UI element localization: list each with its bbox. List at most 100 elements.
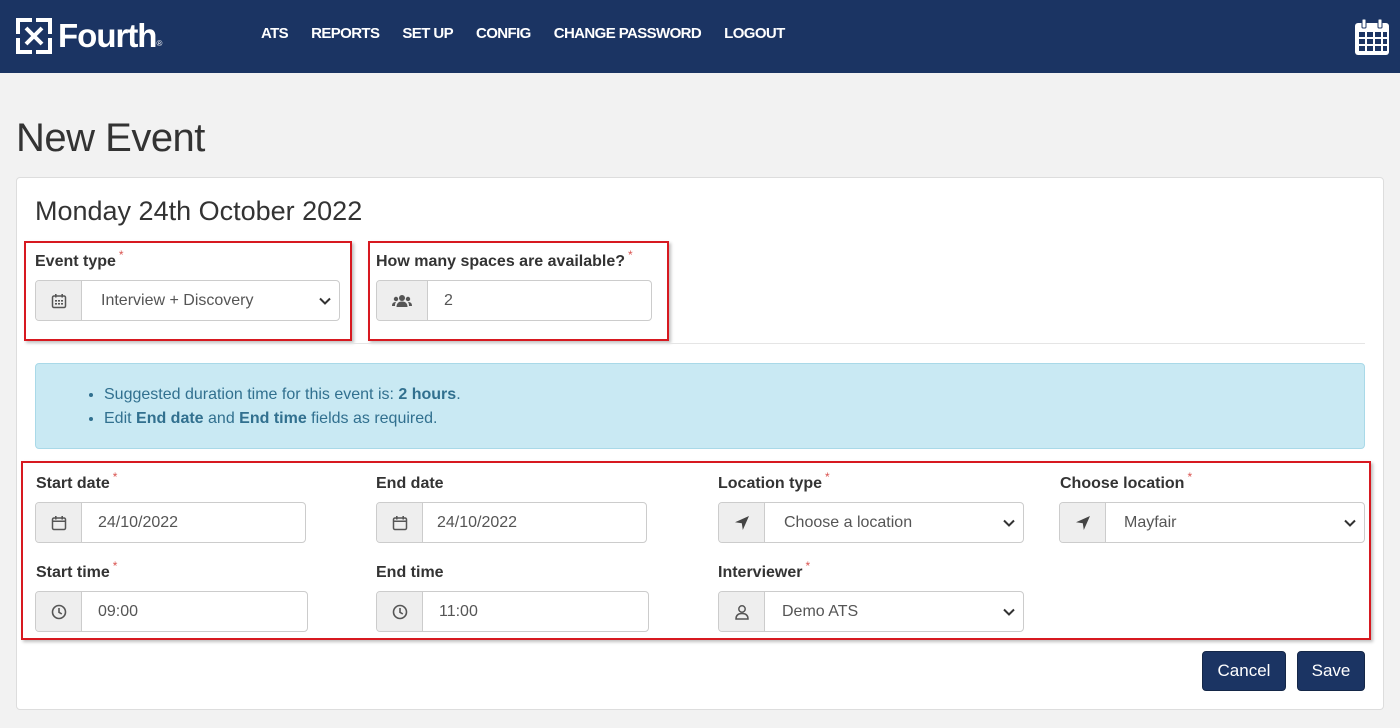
interviewer-select[interactable]: Demo ATS [718,591,1024,632]
choose-location-value-area[interactable]: Mayfair [1106,503,1364,542]
start-date-label-text: Start date [36,475,110,492]
section-divider [35,343,1365,344]
interviewer-label-text: Interviewer [718,564,803,581]
alert-list: Suggested duration time for this event i… [104,383,461,431]
duration-info-alert: Suggested duration time for this event i… [35,363,1365,449]
location-type-label: Location type * [718,470,830,493]
calendar-icon[interactable] [1354,18,1390,56]
event-type-label-text: Event type [35,253,116,270]
spaces-addon [377,281,428,320]
alert-text: Edit [104,410,137,427]
user-icon [734,604,749,620]
event-type-label: Event type * [35,248,124,271]
required-marker: * [112,470,118,484]
nav-link-logout[interactable]: LOGOUT [724,25,785,42]
start-date-value-area[interactable]: 24/10/2022 [82,503,305,542]
end-time-input[interactable]: 11:00 [376,591,649,632]
choose-location-label-text: Choose location [1060,475,1185,492]
end-date-label: End date [376,475,444,493]
location-arrow-icon [1075,515,1090,530]
nav-link-config[interactable]: CONFIG [476,25,531,42]
clock-icon [51,604,66,619]
event-type-addon [36,281,82,320]
spaces-value: 2 [444,291,453,309]
event-type-value: Interview + Discovery [101,291,254,309]
brand-logo[interactable]: Fourth ® [16,18,162,54]
end-date-label-text: End date [376,475,444,492]
location-type-select[interactable]: Choose a location [718,502,1024,543]
alert-text: Suggested duration time for this event i… [104,386,399,403]
alert-item-edit-hint: Edit End date and End time fields as req… [104,407,461,431]
nav-link-set-up[interactable]: SET UP [402,25,453,42]
choose-location-value: Mayfair [1124,513,1177,531]
alert-end-date-ref: End date [136,410,204,427]
alert-end-time-ref: End time [239,410,307,427]
alert-item-duration: Suggested duration time for this event i… [104,383,461,407]
start-date-input[interactable]: 24/10/2022 [35,502,306,543]
end-date-input[interactable]: 24/10/2022 [376,502,647,543]
start-time-input[interactable]: 09:00 [35,591,308,632]
alert-duration-value: 2 hours [398,386,457,403]
location-type-value-area[interactable]: Choose a location [765,503,1023,542]
chevron-down-icon [319,297,331,305]
event-type-value-area[interactable]: Interview + Discovery [82,281,339,320]
end-date-addon [377,503,423,542]
required-marker: * [805,559,811,573]
main-nav: ATS REPORTS SET UP CONFIG CHANGE PASSWOR… [261,25,808,42]
interviewer-value-area[interactable]: Demo ATS [765,592,1023,631]
end-time-value: 11:00 [439,602,478,620]
save-button[interactable]: Save [1297,651,1365,691]
start-date-label: Start date * [36,470,117,493]
calendar-icon [392,515,407,530]
brand-name: Fourth [58,17,157,54]
choose-location-addon [1060,503,1106,542]
start-time-label: Start time * [36,559,117,582]
start-date-addon [36,503,82,542]
required-marker: * [118,248,124,262]
fourth-logo-icon [16,18,52,54]
interviewer-value: Demo ATS [782,602,859,620]
nav-link-reports[interactable]: REPORTS [311,25,380,42]
end-time-addon [377,592,423,631]
required-marker: * [1187,470,1193,484]
spaces-label-text: How many spaces are available? [376,253,626,270]
location-arrow-icon [734,515,749,530]
calendar-icon [51,515,66,530]
required-marker: * [628,248,633,262]
alert-text: . [456,386,461,403]
end-time-value-area[interactable]: 11:00 [423,592,648,631]
brand-registered-mark: ® [156,39,163,48]
spaces-value-area[interactable]: 2 [428,281,651,320]
spaces-input[interactable]: 2 [376,280,652,321]
choose-location-select[interactable]: Mayfair [1059,502,1365,543]
alert-text: and [203,410,240,427]
location-type-value: Choose a location [784,513,913,531]
users-icon [392,294,412,307]
end-date-value-area[interactable]: 24/10/2022 [423,503,646,542]
nav-link-ats[interactable]: ATS [261,25,289,42]
end-time-label: End time [376,564,444,582]
start-time-value: 09:00 [98,602,139,620]
start-time-addon [36,592,82,631]
start-time-value-area[interactable]: 09:00 [82,592,307,631]
end-time-label-text: End time [376,564,444,581]
cancel-button[interactable]: Cancel [1202,651,1286,691]
required-marker: * [112,559,118,573]
location-type-label-text: Location type [718,475,823,492]
clock-icon [392,604,407,619]
chevron-down-icon [1344,519,1356,527]
nav-link-change-password[interactable]: CHANGE PASSWORD [554,25,702,42]
interviewer-label: Interviewer * [718,559,810,582]
alert-text: fields as required. [306,410,438,427]
spaces-label: How many spaces are available? * [376,248,633,271]
start-time-label-text: Start time [36,564,110,581]
chevron-down-icon [1003,608,1015,616]
top-navbar: Fourth ® ATS REPORTS SET UP CONFIG CHANG… [0,0,1400,73]
location-type-addon [719,503,765,542]
event-form-panel: Monday 24th October 2022 Event type * Int… [16,177,1384,710]
event-date-heading: Monday 24th October 2022 [35,196,363,226]
page-title: New Event [16,116,205,160]
calendar-icon [51,293,66,308]
event-type-select[interactable]: Interview + Discovery [35,280,340,321]
end-date-value: 24/10/2022 [437,513,518,531]
